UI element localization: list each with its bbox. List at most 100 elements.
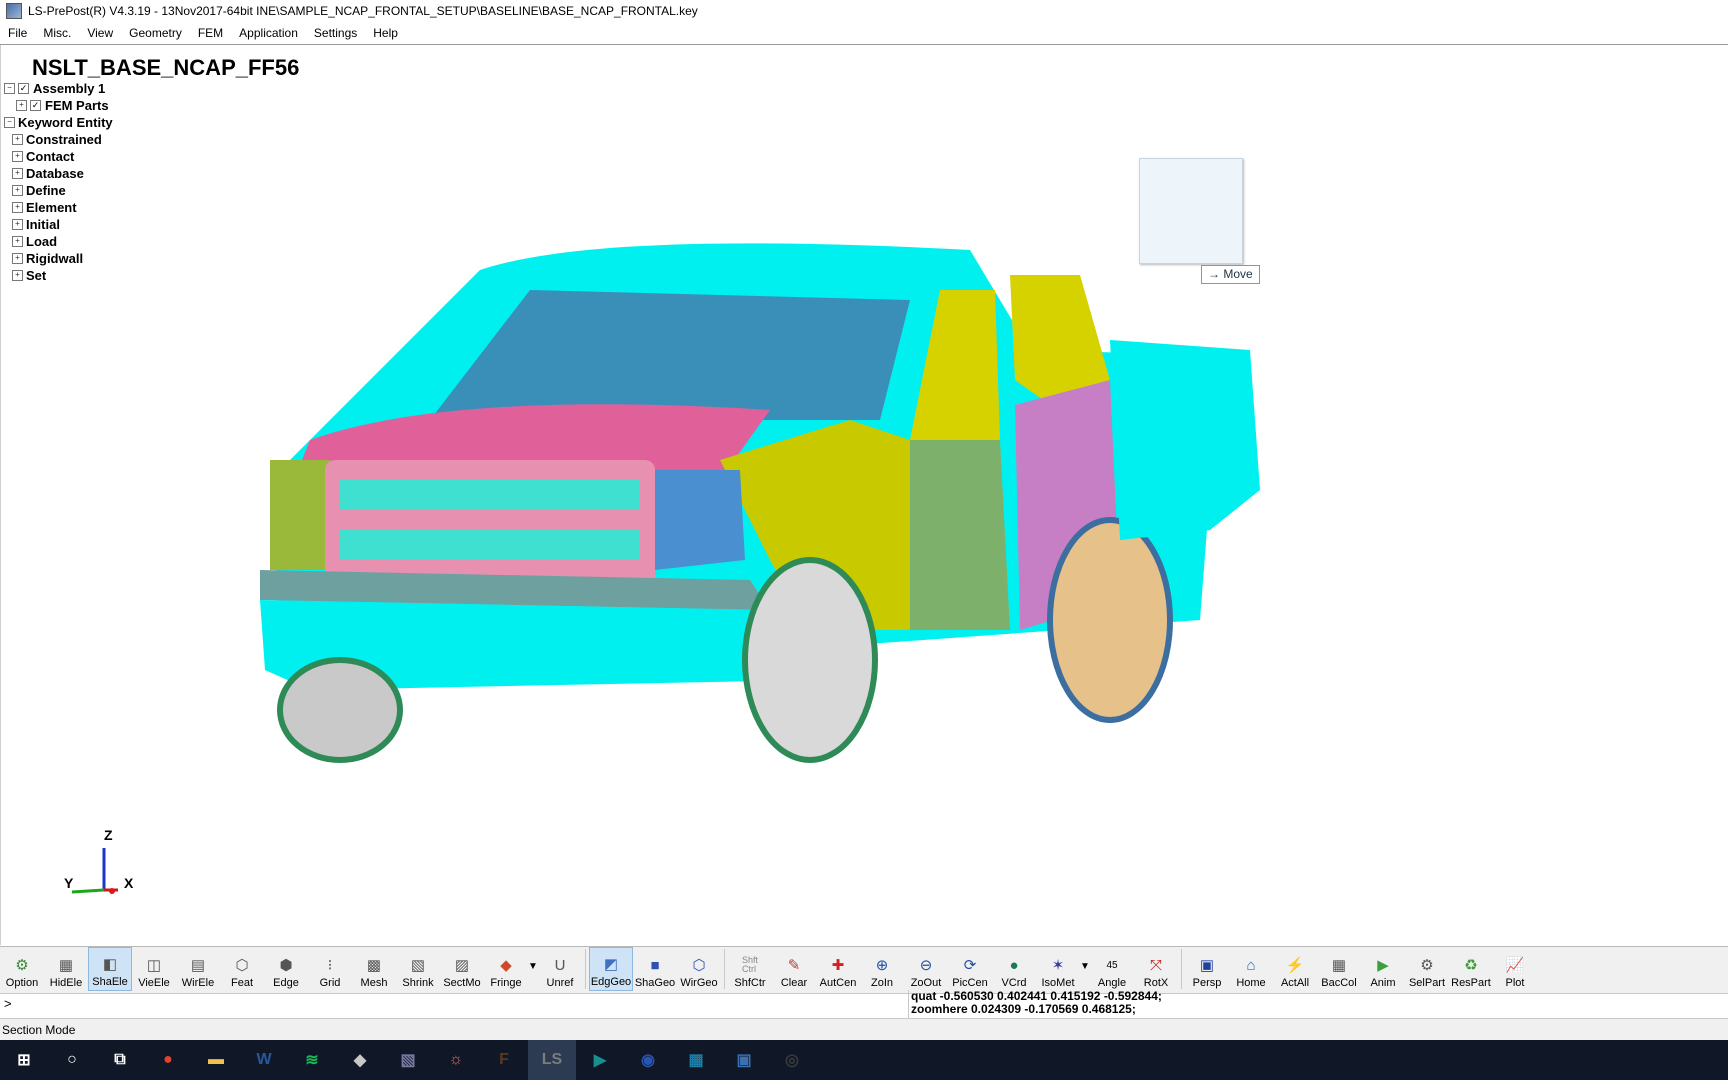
tree-item[interactable]: + Set	[12, 267, 113, 284]
zoout-button[interactable]: ⊖ ZoOut	[904, 947, 948, 991]
taskbar: ⊞ ○ ⧉ ● ▬ W ≋ ◆ ▧ ☼ F LS ▶ ◉ ▦ ▣ ◎	[0, 1040, 1728, 1080]
piccen-button[interactable]: ⟳ PicCen	[948, 947, 992, 991]
app-icon-2: ▧	[400, 1052, 416, 1069]
grid-button[interactable]: ⁝ Grid	[308, 947, 352, 991]
sectmo-button[interactable]: ▨ SectMo	[440, 947, 484, 991]
edge-button[interactable]: ⬢ Edge	[264, 947, 308, 991]
search-taskbar-button[interactable]: ○	[48, 1040, 96, 1080]
toolbar-label: PicCen	[952, 977, 988, 989]
tree-item[interactable]: + Rigidwall	[12, 250, 113, 267]
app-4-taskbar-button[interactable]: F	[480, 1040, 528, 1080]
perspective-icon: ▣	[1199, 957, 1215, 974]
tree-item[interactable]: + Load	[12, 233, 113, 250]
home-button[interactable]: ⌂ Home	[1229, 947, 1273, 991]
vieele-button[interactable]: ◫ VieEle	[132, 947, 176, 991]
toolbar-label: Home	[1236, 977, 1266, 989]
shaele-button[interactable]: ◧ ShaEle	[88, 947, 132, 991]
checkbox-icon[interactable]: ✓	[18, 83, 29, 94]
tree-item[interactable]: + Define	[12, 182, 113, 199]
angle-button[interactable]: 45 Angle	[1090, 947, 1134, 991]
baccol-button[interactable]: ▦ BacCol	[1317, 947, 1361, 991]
expand-icon[interactable]: +	[12, 134, 23, 145]
rotx-button[interactable]: ⤧ RotX	[1134, 947, 1178, 991]
task-view-taskbar-button[interactable]: ⧉	[96, 1040, 144, 1080]
wirele-button[interactable]: ▤ WirEle	[176, 947, 220, 991]
mesh-button[interactable]: ▩ Mesh	[352, 947, 396, 991]
lspp-taskbar-button[interactable]: LS	[528, 1040, 576, 1080]
menu-application[interactable]: Application	[231, 26, 306, 40]
expand-icon[interactable]: +	[12, 185, 23, 196]
option-button[interactable]: ⚙ Option	[0, 947, 44, 991]
toolbar-label: WirGeo	[680, 977, 718, 989]
respart-button[interactable]: ♻ ResPart	[1449, 947, 1493, 991]
unref-button[interactable]: U Unref	[538, 947, 582, 991]
start-taskbar-button[interactable]: ⊞	[0, 1040, 48, 1080]
zoin-button[interactable]: ⊕ ZoIn	[860, 947, 904, 991]
dropdown-arrow-icon[interactable]: ▼	[1080, 961, 1090, 972]
selpart-button[interactable]: ⚙ SelPart	[1405, 947, 1449, 991]
app-7-taskbar-button[interactable]: ▦	[672, 1040, 720, 1080]
tree-item-assembly[interactable]: − ✓ Assembly 1	[4, 80, 113, 97]
autcen-button[interactable]: ✚ AutCen	[816, 947, 860, 991]
tree-item-fem-parts[interactable]: + ✓ FEM Parts	[16, 97, 113, 114]
lspp-icon: LS	[541, 1051, 563, 1068]
shfctr-button[interactable]: Shft Ctrl ShfCtr	[728, 947, 772, 991]
expand-icon[interactable]: +	[12, 151, 23, 162]
isomet-button[interactable]: ✶ IsoMet	[1036, 947, 1080, 991]
select-part-icon: ⚙	[1420, 957, 1434, 974]
tree-item-keyword-entity[interactable]: − Keyword Entity	[4, 114, 113, 131]
expand-icon[interactable]: +	[12, 253, 23, 264]
shageo-button[interactable]: ■ ShaGeo	[633, 947, 677, 991]
persp-button[interactable]: ▣ Persp	[1185, 947, 1229, 991]
wirgeo-button[interactable]: ⬡ WirGeo	[677, 947, 721, 991]
expand-icon[interactable]: +	[16, 100, 27, 111]
tree-item[interactable]: + Database	[12, 165, 113, 182]
collapse-icon[interactable]: −	[4, 117, 15, 128]
app-8-taskbar-button[interactable]: ▣	[720, 1040, 768, 1080]
fringe-button[interactable]: ◆ Fringe	[484, 947, 528, 991]
expand-icon[interactable]: +	[12, 236, 23, 247]
vehicle-model[interactable]	[250, 230, 1350, 850]
word-taskbar-button[interactable]: W	[240, 1040, 288, 1080]
tree-item[interactable]: + Initial	[12, 216, 113, 233]
shrink-button[interactable]: ▧ Shrink	[396, 947, 440, 991]
expand-icon[interactable]: +	[12, 219, 23, 230]
obs-taskbar-button[interactable]: ◎	[768, 1040, 816, 1080]
anim-button[interactable]: ▶ Anim	[1361, 947, 1405, 991]
app-6-taskbar-button[interactable]: ◉	[624, 1040, 672, 1080]
menu-help[interactable]: Help	[365, 26, 406, 40]
spotify-taskbar-button[interactable]: ≋	[288, 1040, 336, 1080]
start-icon: ⊞	[17, 1052, 31, 1069]
menu-file[interactable]: File	[0, 26, 35, 40]
grille	[325, 460, 655, 585]
app-5-taskbar-button[interactable]: ▶	[576, 1040, 624, 1080]
app-1-taskbar-button[interactable]: ◆	[336, 1040, 384, 1080]
hidele-button[interactable]: ▦ HidEle	[44, 947, 88, 991]
menu-geometry[interactable]: Geometry	[121, 26, 190, 40]
plot-button[interactable]: 📈 Plot	[1493, 947, 1537, 991]
menu-misc[interactable]: Misc.	[35, 26, 79, 40]
file-explorer-taskbar-button[interactable]: ▬	[192, 1040, 240, 1080]
vcrd-button[interactable]: ● VCrd	[992, 947, 1036, 991]
expand-icon[interactable]: +	[12, 202, 23, 213]
tree-item[interactable]: + Contact	[12, 148, 113, 165]
feat-button[interactable]: ⬡ Feat	[220, 947, 264, 991]
menu-settings[interactable]: Settings	[306, 26, 365, 40]
grid-icon: ⁝	[327, 957, 333, 974]
dropdown-arrow-icon[interactable]: ▼	[528, 961, 538, 972]
checkbox-icon[interactable]: ✓	[30, 100, 41, 111]
actall-button[interactable]: ⚡ ActAll	[1273, 947, 1317, 991]
app-3-taskbar-button[interactable]: ☼	[432, 1040, 480, 1080]
expand-icon[interactable]: +	[12, 270, 23, 281]
chrome-taskbar-button[interactable]: ●	[144, 1040, 192, 1080]
collapse-icon[interactable]: −	[4, 83, 15, 94]
tree-item[interactable]: + Element	[12, 199, 113, 216]
menu-view[interactable]: View	[79, 26, 121, 40]
tree-item[interactable]: + Constrained	[12, 131, 113, 148]
app-2-taskbar-button[interactable]: ▧	[384, 1040, 432, 1080]
edggeo-button[interactable]: ◩ EdgGeo	[589, 947, 633, 991]
menu-fem[interactable]: FEM	[190, 26, 231, 40]
expand-icon[interactable]: +	[12, 168, 23, 179]
clear-button[interactable]: ✎ Clear	[772, 947, 816, 991]
command-prompt[interactable]: >	[4, 996, 12, 1011]
